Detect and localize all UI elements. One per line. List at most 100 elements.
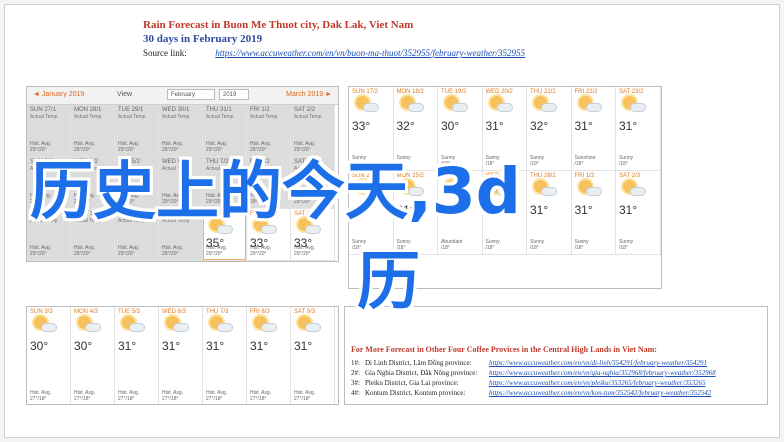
day-cell[interactable]: WED 6/3 31° Hist. Avg. 27°/18° (159, 307, 203, 404)
low-temp: Sunny /18° (485, 239, 500, 251)
cloud-shape (41, 323, 57, 332)
high-temp: 31° (619, 119, 638, 133)
year-select[interactable]: 2019 (219, 89, 249, 100)
day-label: SAT 2/2 (294, 107, 316, 113)
day-cell[interactable]: SAT 2/2 Actual Temp Hist. Avg. 29°/20° (291, 105, 335, 157)
cloud-shape (217, 323, 233, 332)
low-temp: Sunny /19° (530, 155, 545, 167)
day-label: FRI 1/2 (250, 107, 270, 113)
temp-caption: Actual Temp (162, 114, 190, 120)
report-subtitle: 30 days in February 2019 (143, 33, 263, 45)
cloud-shape (129, 323, 145, 332)
sun-icon (71, 307, 114, 335)
day-cell[interactable]: FRI 22/2 31° Sunshine /18° (571, 87, 616, 171)
day-cell[interactable]: TUE 5/3 31° Hist. Avg. 27°/18° (115, 307, 159, 404)
high-temp: 31° (118, 339, 137, 353)
cloud-shape (363, 103, 379, 112)
low-temp: Hist. Avg. 29°/20° (294, 141, 316, 153)
day-cell[interactable]: MON 4/3 30° Hist. Avg. 27°/18° (71, 307, 115, 404)
day-cell[interactable]: SAT 2/3 31° Sunny /18° (616, 171, 661, 255)
forecast-link[interactable]: https://www.accuweather.com/en/vn/gia-ng… (489, 369, 716, 377)
row-number: 1#: (351, 359, 360, 367)
high-temp: 32° (530, 119, 549, 133)
day-cell[interactable]: SUN 27/1 Actual Temp Hist. Avg. 29°/20° (27, 105, 71, 157)
sun-icon (27, 307, 70, 335)
low-temp: Hist. Avg. 29°/20° (30, 245, 52, 257)
calendar-nav-bar: ◄ January 2019 View February 2019 March … (27, 87, 338, 105)
temp-caption: Actual Temp (30, 114, 58, 120)
low-temp: Hist. Avg. 29°/20° (206, 245, 228, 257)
source-link[interactable]: https://www.accuweather.com/en/vn/buon-m… (215, 48, 525, 58)
sun-icon (394, 87, 438, 115)
day-cell[interactable]: FRI 1/2 Actual Temp Hist. Avg. 29°/20° (247, 105, 291, 157)
low-temp: Hist. Avg. 27°/18° (250, 390, 272, 402)
high-temp: 31° (250, 339, 269, 353)
cloud-shape (407, 103, 424, 112)
row-number: 3#: (351, 379, 360, 387)
day-cell[interactable]: WED 30/1 Actual Temp Hist. Avg. 29°/20° (159, 105, 203, 157)
prev-month-link[interactable]: ◄ January 2019 (33, 91, 84, 98)
temp-caption: Actual Temp (294, 114, 322, 120)
day-cell[interactable]: THU 28/2 31° Sunny /18° (527, 171, 572, 255)
day-cell[interactable]: THU 21/2 32° Sunny /19° (527, 87, 572, 171)
sun-icon (527, 87, 571, 115)
sun-icon (483, 87, 527, 115)
day-cell[interactable]: SAT 9/3 31° Hist. Avg. 27°/18° (291, 307, 335, 404)
low-temp: Sunny /18° (619, 239, 634, 251)
day-cell[interactable]: SUN 3/3 30° Hist. Avg. 27°/18° (27, 307, 71, 404)
high-temp: 31° (530, 203, 549, 217)
report-title: Rain Forecast in Buon Me Thuot city, Dak… (143, 19, 414, 31)
low-temp: Hist. Avg. 27°/18° (30, 390, 52, 402)
day-cell[interactable]: THU 31/1 Actual Temp Hist. Avg. 29°/20° (203, 105, 247, 157)
low-temp: Hist. Avg. 27°/18° (162, 390, 184, 402)
low-temp: Hist. Avg. 29°/20° (118, 141, 140, 153)
cloud-shape (261, 323, 277, 332)
low-temp: Hist. Avg. 29°/20° (250, 245, 272, 257)
temp-caption: Actual Temp (250, 114, 278, 120)
low-temp: Hist. Avg. 29°/20° (162, 141, 184, 153)
sun-icon (291, 307, 334, 335)
day-cell[interactable]: TUE 29/1 Actual Temp Hist. Avg. 29°/20° (115, 105, 159, 157)
day-label: TUE 29/1 (118, 107, 144, 113)
forecast-link[interactable]: https://www.accuweather.com/en/vn/pleiku… (489, 379, 705, 387)
more-forecast-row: 4#: Kontum District, Kontum province: http… (351, 389, 711, 397)
low-temp: Hist. Avg. 29°/20° (74, 141, 96, 153)
next-month-link[interactable]: March 2019 ► (286, 91, 332, 98)
sun-icon (527, 171, 571, 199)
cloud-shape (541, 103, 557, 112)
day-cell[interactable]: FRI 1/3 31° Sunny /18° (571, 171, 616, 255)
day-label: THU 31/1 (206, 107, 232, 113)
day-cell[interactable]: FRI 8/3 31° Hist. Avg. 27°/18° (247, 307, 291, 404)
forecast-link[interactable]: https://www.accuweather.com/en/vn/di-lin… (489, 359, 707, 367)
high-temp: 31° (294, 339, 313, 353)
district-name: Di Linh District, Lâm Đồng province: (365, 359, 472, 367)
day-cell[interactable]: MON 28/1 Actual Temp Hist. Avg. 29°/20° (71, 105, 115, 157)
more-forecast-title: For More Forecast in Other Four Coffee P… (351, 345, 657, 354)
district-name: Pleiku District, Gia Lai province: (365, 379, 459, 387)
high-temp: 33° (352, 119, 371, 133)
cloud-shape (496, 103, 513, 112)
forecast-link[interactable]: https://www.accuweather.com/en/vn/kon-tu… (489, 389, 711, 397)
low-temp: Hist. Avg. 27°/18° (74, 390, 96, 402)
high-temp: 31° (485, 119, 504, 133)
cloud-shape (585, 187, 602, 196)
low-temp: Hist. Avg. 29°/20° (294, 245, 316, 257)
watermark-line-2: 历 (357, 245, 420, 318)
high-temp: 32° (396, 119, 415, 133)
calendar-march: SUN 3/3 30° Hist. Avg. 27°/18° MON 4/3 30° Hi… (26, 306, 339, 405)
cloud-shape (305, 323, 321, 332)
sun-icon (247, 307, 290, 335)
sun-icon (572, 171, 616, 199)
sun-icon (438, 87, 482, 115)
cloud-shape (541, 187, 557, 196)
temp-caption: Actual Temp (206, 114, 234, 120)
cloud-shape (452, 103, 468, 112)
day-cell[interactable]: THU 7/3 31° Hist. Avg. 27°/18° (203, 307, 247, 404)
low-temp: Hist. Avg. 29°/20° (250, 141, 272, 153)
day-cell[interactable]: SAT 23/2 31° Sunny /18° (616, 87, 661, 171)
month-select[interactable]: February (167, 89, 215, 100)
high-temp: 31° (574, 203, 593, 217)
low-temp: Hist. Avg. 27°/18° (118, 390, 140, 402)
more-forecast-panel: For More Forecast in Other Four Coffee P… (344, 306, 768, 405)
sun-icon (616, 171, 660, 199)
